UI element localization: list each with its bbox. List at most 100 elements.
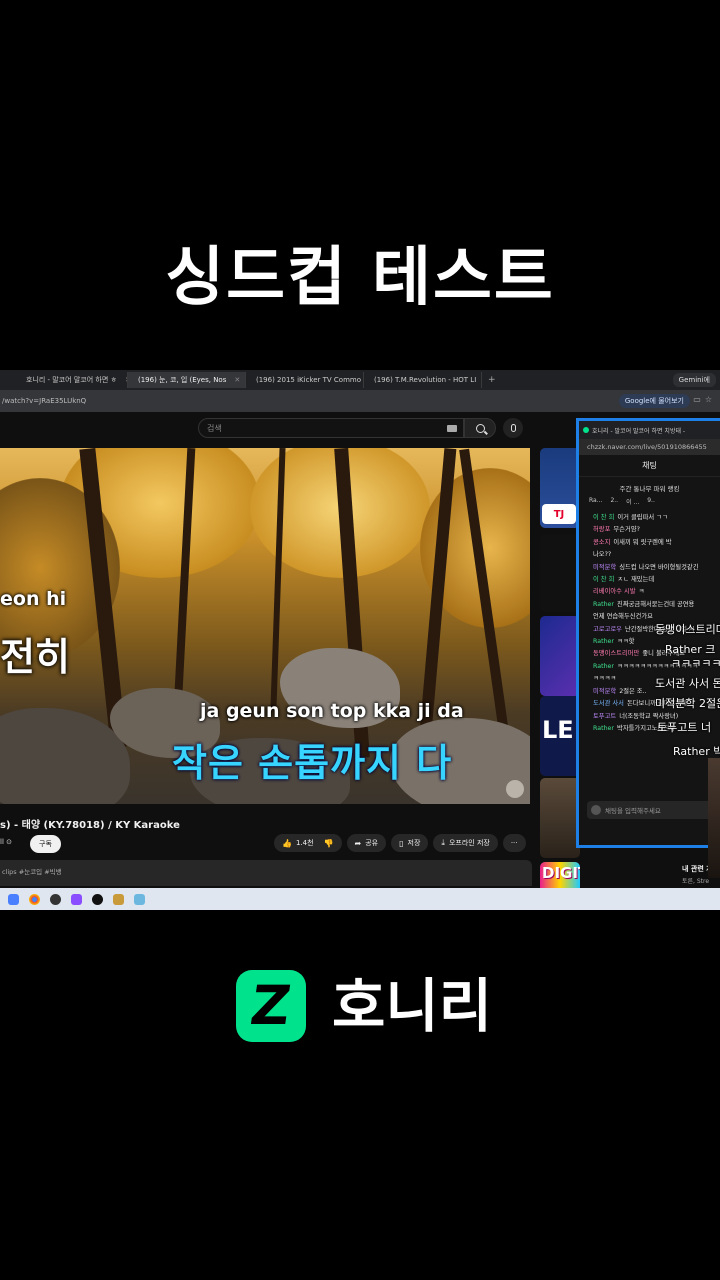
thumbs-down-icon[interactable]: 👎 <box>324 839 334 848</box>
chat-username[interactable]: 도서관 사서 <box>593 700 624 707</box>
share-icon: ➦ <box>354 838 362 848</box>
download-icon: ⤓ <box>441 838 445 847</box>
bookmark-icon: ▯ <box>399 838 404 848</box>
app-icon[interactable] <box>8 893 19 905</box>
chat-floating-overlay: 미적분학 2절은 <box>655 697 720 710</box>
chrome-icon[interactable] <box>29 893 40 905</box>
lyric-romanized: ja geun son top kka ji da <box>200 700 464 722</box>
chat-text: ㅋㅋㅋㅋ <box>593 675 617 683</box>
chat-username[interactable]: 고로고로우 <box>593 626 622 633</box>
chat-username[interactable]: 토푸고트 <box>593 713 616 720</box>
rank-item[interactable]: Ra... <box>589 497 602 506</box>
search-input[interactable]: 검색 <box>198 418 464 438</box>
lyric-korean: 작은 손톱까지 다 <box>172 741 453 785</box>
browser-tab-youtube-active[interactable]: (196) 눈, 코, 입 (Eyes, Nos ✕ <box>128 372 246 388</box>
rank-row: Ra... 2.. 이 ... 9.. <box>579 493 720 506</box>
chat-text: 싱드컵 나오면 바이형될것같긴 <box>619 563 699 571</box>
chat-username[interactable]: 이 찬 희 <box>593 514 614 521</box>
chat-floating-overlay: 동맹이스트리머 <box>655 623 720 636</box>
subscribe-button[interactable]: 구독 <box>30 835 61 853</box>
video-title: s) - 태양 (KY.78018) / KY Karaoke <box>0 820 180 831</box>
chat-window: 호니리 - 말코어 말코어 하면 치방태 - chzzk.naver.com/l… <box>576 418 720 848</box>
chat-username[interactable]: Rather <box>593 663 614 670</box>
chat-message: 이 찬 희 ㅈㄴ 재밌는데 <box>593 574 720 586</box>
chat-text: 2절은 조.. <box>619 687 647 695</box>
address-bar[interactable]: /watch?v=JRaE35LUknQ Google에 물어보기 ▭☆ <box>0 390 720 412</box>
chat-username[interactable]: Rather <box>593 601 614 608</box>
chat-username[interactable]: Rather <box>593 638 614 645</box>
channel-name[interactable]: ll ⊙ <box>0 838 12 846</box>
lyric-side-roman: eon hi <box>0 588 67 610</box>
chat-username[interactable]: 허랑포 <box>593 526 610 533</box>
chat-floating-overlay: 도서관 사서 돈 <box>655 677 720 690</box>
chat-message: 콩소지 이새끼 뭐 릿구렌에 박 <box>593 537 720 549</box>
close-icon[interactable]: ✕ <box>234 376 240 384</box>
chzzk-icon <box>583 427 589 433</box>
rank-title: 주간 통나무 파워 랭킹 <box>619 485 680 493</box>
ky-watermark-icon <box>506 780 524 798</box>
app-icon[interactable] <box>92 893 103 905</box>
share-button[interactable]: ➦ 공유 <box>346 834 387 852</box>
app-icon[interactable] <box>113 893 124 905</box>
app-icon[interactable] <box>50 893 61 905</box>
chat-username[interactable]: 리베이아수 시발 <box>593 588 636 595</box>
chat-text: 진짜궁금해서묻는건데 공연용 <box>617 600 695 608</box>
rank-item[interactable]: 이 ... <box>626 497 639 506</box>
recommended-video-channel: 토른, Stre <box>682 878 710 885</box>
new-tab-button[interactable]: + <box>482 375 502 385</box>
recommended-video-thumbnail[interactable]: LE <box>540 696 580 776</box>
chat-text: 무슨거얌? <box>613 526 640 534</box>
more-button[interactable]: ··· <box>502 834 526 852</box>
app-icon[interactable] <box>134 893 145 905</box>
offline-save-button[interactable]: ⤓ 오프라인 저장 <box>433 834 498 852</box>
chat-url-bar[interactable]: chzzk.naver.com/live/501910866455 <box>579 439 720 455</box>
url-text: /watch?v=JRaE35LUknQ <box>2 397 87 405</box>
search-button[interactable] <box>464 418 496 438</box>
tj-logo: TJ <box>542 504 576 524</box>
chat-username[interactable]: 미적분학 <box>593 688 616 695</box>
avatar <box>591 805 601 815</box>
video-actions: 👍 1.4천 👎 ➦ 공유 ▯ 저장 ⤓ 오프라인 저장 ··· <box>274 834 526 852</box>
google-ask-button[interactable]: Google에 물어보기 <box>618 394 690 408</box>
chat-header: 채팅 <box>579 455 720 477</box>
chat-window-tab[interactable]: 호니리 - 말코어 말코어 하면 치방태 - <box>579 421 720 439</box>
browser-tab-youtube-3[interactable]: (196) T.M.Revolution - HOT LI ✕ <box>364 372 482 388</box>
chat-text: 이거 클립따서 ㄱㄱ <box>617 514 668 521</box>
video-player[interactable]: eon hi 전히 ja geun son top kka ji da 작은 손… <box>0 448 530 804</box>
chat-username[interactable]: Rather <box>593 725 614 732</box>
os-taskbar <box>0 888 720 910</box>
screen-capture: 호니리 - 말코어 말코어 하면 ㅎ ✕ (196) 눈, 코, 입 (Eyes… <box>0 370 720 910</box>
chat-username[interactable]: 미적분학 <box>593 564 616 571</box>
chzzk-logo: Z <box>236 970 306 1042</box>
save-button[interactable]: ▯ 저장 <box>391 834 429 852</box>
chat-username[interactable]: 동맹이스트리머만 <box>593 650 639 657</box>
voice-search-button[interactable] <box>503 418 523 438</box>
lyric-side-korean: 전히 <box>0 635 70 679</box>
gemini-button[interactable]: Gemini에 <box>672 373 716 387</box>
chat-input[interactable]: 채팅을 입력해주세요 <box>587 801 717 819</box>
like-button[interactable]: 👍 1.4천 👎 <box>274 834 342 852</box>
browser-tab-chzzk[interactable]: 호니리 - 말코어 말코어 하면 ㅎ ✕ <box>0 372 128 388</box>
chat-text: ㅋ <box>638 588 645 596</box>
top-title: 싱드컵 테스트 <box>165 241 555 315</box>
recommended-video-thumbnail[interactable]: TJ <box>540 448 580 528</box>
keyboard-icon[interactable] <box>447 425 457 432</box>
rank-item[interactable]: 9.. <box>647 497 655 506</box>
chat-message: 이 찬 희 이거 클립따서 ㄱㄱ <box>593 512 720 524</box>
chat-username[interactable]: 이 찬 희 <box>593 576 614 583</box>
chat-message: 허랑포 무슨거얌? <box>593 524 720 536</box>
chat-floating-overlay: ㅋㅋㅋㅋㅋㅋ <box>671 657 720 670</box>
chat-text: 나오?? <box>593 551 612 559</box>
recommended-video-thumbnail[interactable] <box>540 534 580 612</box>
chat-message: 리베이아수 시발 ㅋ <box>593 586 720 598</box>
chat-username[interactable]: 콩소지 <box>593 539 610 546</box>
rank-item[interactable]: 2.. <box>610 497 618 506</box>
recommended-video-thumbnail[interactable] <box>540 616 580 696</box>
recommended-video-thumbnail[interactable] <box>540 778 580 858</box>
video-description[interactable]: clips #눈코입 #빅뱅 <box>0 860 532 886</box>
chat-message: 미적분학 싱드컵 나오면 바이형될것같긴 <box>593 562 720 574</box>
browser-tab-youtube-2[interactable]: (196) 2015 iKicker TV Commo ✕ <box>246 372 364 388</box>
app-icon[interactable] <box>71 893 82 905</box>
toolbar-icons[interactable]: ▭☆ <box>693 395 716 404</box>
browser-tab-bar: 호니리 - 말코어 말코어 하면 ㅎ ✕ (196) 눈, 코, 입 (Eyes… <box>0 370 720 390</box>
